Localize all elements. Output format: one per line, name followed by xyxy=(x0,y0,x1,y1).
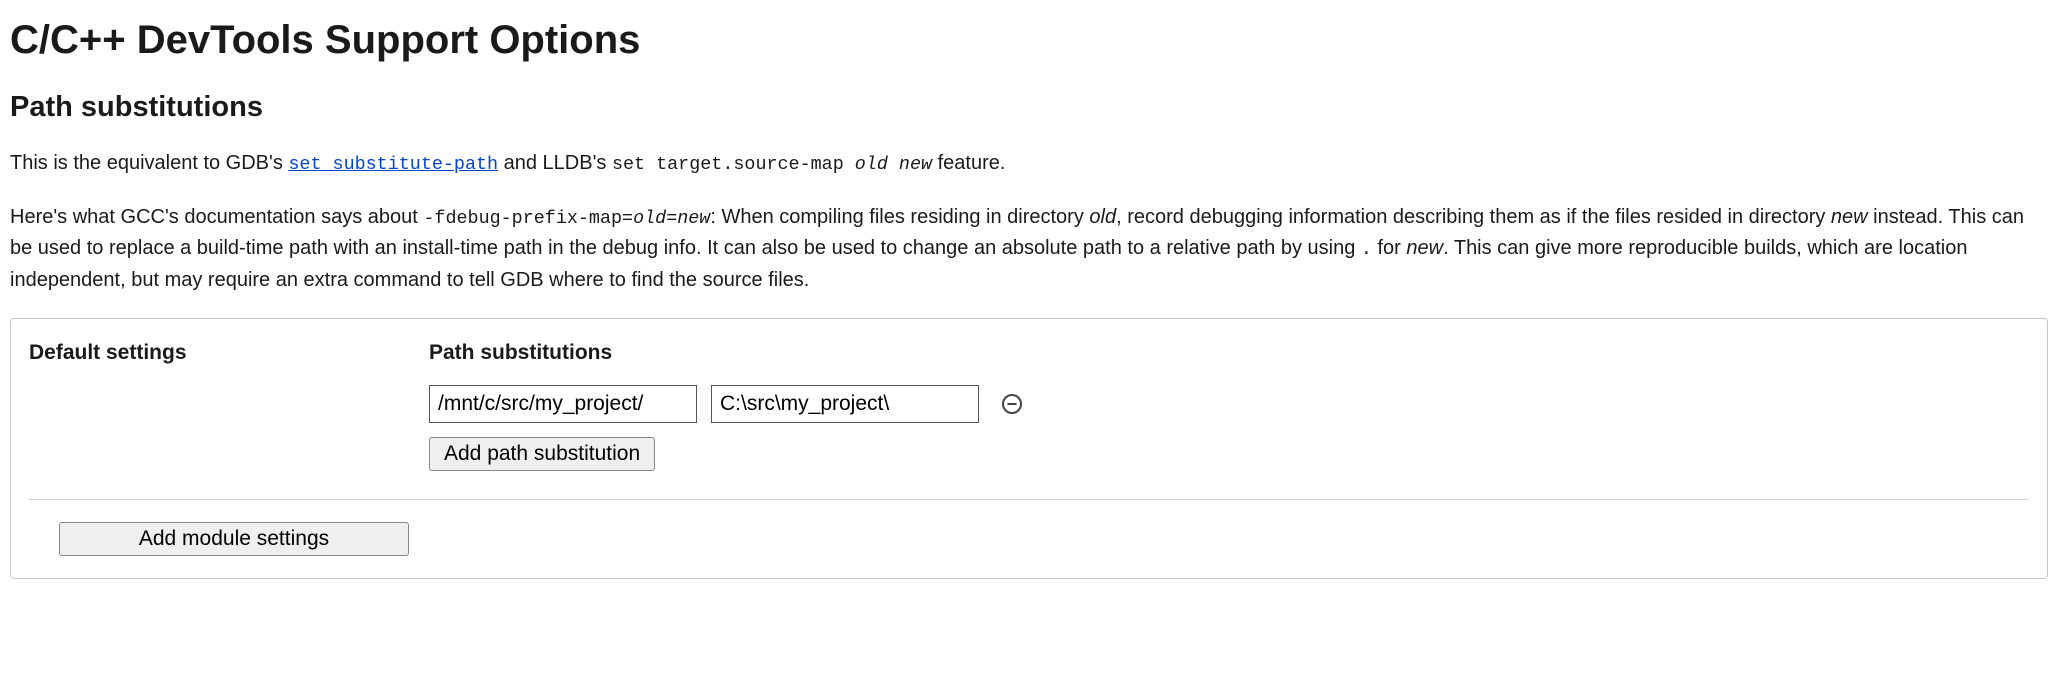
lldb-old-arg: old xyxy=(855,154,888,175)
intro-paragraph: This is the equivalent to GDB's set subs… xyxy=(10,148,2048,180)
gcc-text: Here's what GCC's documentation says abo… xyxy=(10,206,423,228)
code-space xyxy=(888,154,899,175)
divider xyxy=(29,499,2029,500)
gcc-text: , record debugging information describin… xyxy=(1116,206,1831,228)
intro-text: and LLDB's xyxy=(498,152,612,174)
dot-mono: . xyxy=(1361,239,1372,260)
intro-text: feature. xyxy=(932,152,1005,174)
add-module-settings-button[interactable]: Add module settings xyxy=(59,522,409,556)
path-from-input[interactable] xyxy=(429,385,697,423)
gcc-flag-new: new xyxy=(677,208,710,229)
gcc-flag-eq: = xyxy=(666,208,677,229)
intro-text: This is the equivalent to GDB's xyxy=(10,152,288,174)
gcc-flag-code: -fdebug-prefix-map= xyxy=(423,208,633,229)
gcc-text: : When compiling files residing in direc… xyxy=(710,206,1089,228)
gcc-paragraph: Here's what GCC's documentation says abo… xyxy=(10,202,2048,296)
path-substitutions-label: Path substitutions xyxy=(429,341,2029,365)
new-italic-2: new xyxy=(1406,237,1443,259)
lldb-new-arg: new xyxy=(899,154,932,175)
add-path-substitution-button[interactable]: Add path substitution xyxy=(429,437,655,471)
set-substitute-path-link[interactable]: set substitute-path xyxy=(288,154,498,175)
new-italic: new xyxy=(1831,206,1868,228)
path-substitution-row xyxy=(429,385,2029,423)
settings-panel: Default settings Path substitutions Add … xyxy=(10,318,2048,579)
path-to-input[interactable] xyxy=(711,385,979,423)
remove-row-button[interactable] xyxy=(999,391,1025,417)
default-settings-label: Default settings xyxy=(29,341,429,365)
lldb-command-code: set target.source-map xyxy=(612,154,855,175)
gcc-flag-old: old xyxy=(633,208,666,229)
remove-icon xyxy=(1001,393,1023,415)
page-title: C/C++ DevTools Support Options xyxy=(10,18,2048,63)
gcc-text: for xyxy=(1372,237,1406,259)
old-italic: old xyxy=(1089,206,1116,228)
section-heading: Path substitutions xyxy=(10,91,2048,124)
